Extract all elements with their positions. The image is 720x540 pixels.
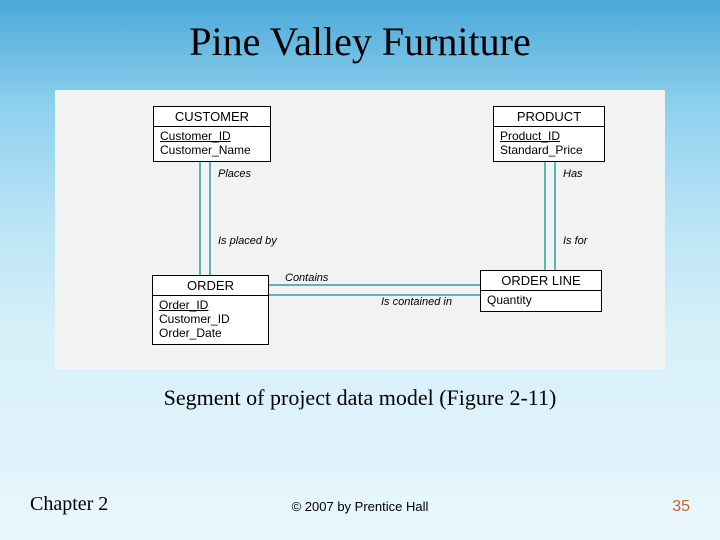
entity-name: ORDER — [153, 276, 268, 296]
entity-attr: Customer_Name — [160, 143, 264, 157]
rel-contains: Contains — [285, 272, 328, 284]
page-title: Pine Valley Furniture — [0, 0, 720, 65]
er-diagram: CUSTOMER Customer_ID Customer_Name PRODU… — [55, 90, 665, 370]
entity-attr: Customer_ID — [159, 312, 262, 326]
entity-name: CUSTOMER — [154, 107, 270, 127]
figure-caption: Segment of project data model (Figure 2-… — [0, 385, 720, 411]
rel-is-contained: Is contained in — [381, 296, 452, 308]
rel-places: Places — [218, 168, 251, 180]
entity-product: PRODUCT Product_ID Standard_Price — [493, 106, 605, 162]
rel-is-for: Is for — [563, 235, 587, 247]
entity-customer: CUSTOMER Customer_ID Customer_Name — [153, 106, 271, 162]
entity-attr: Order_Date — [159, 326, 262, 340]
footer-page-num: 35 — [672, 498, 690, 516]
entity-name: PRODUCT — [494, 107, 604, 127]
entity-pk: Customer_ID — [160, 129, 264, 143]
entity-name: ORDER LINE — [481, 271, 601, 291]
entity-attr: Standard_Price — [500, 143, 598, 157]
rel-has: Has — [563, 168, 583, 180]
rel-is-placed-by: Is placed by — [218, 235, 277, 247]
entity-order-line: ORDER LINE Quantity — [480, 270, 602, 312]
entity-order: ORDER Order_ID Customer_ID Order_Date — [152, 275, 269, 345]
entity-pk: Product_ID — [500, 129, 598, 143]
entity-pk: Order_ID — [159, 298, 262, 312]
footer-copyright: © 2007 by Prentice Hall — [0, 499, 720, 514]
entity-attr: Quantity — [487, 293, 595, 307]
